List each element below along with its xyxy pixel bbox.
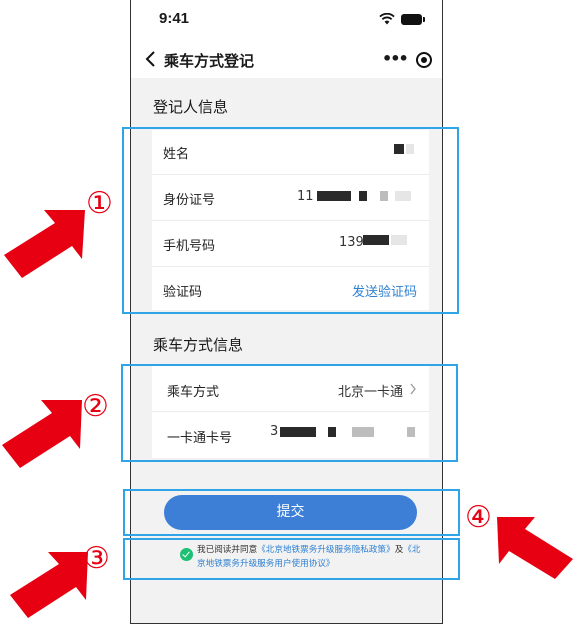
more-icon[interactable]: ••• bbox=[382, 49, 409, 69]
status-bar: 9:41 bbox=[131, 0, 442, 40]
close-target-icon[interactable] bbox=[416, 52, 432, 68]
marker-1: ① bbox=[86, 186, 113, 221]
status-time: 9:41 bbox=[159, 10, 190, 27]
highlight-box-ride bbox=[121, 364, 458, 462]
back-arrow-icon[interactable] bbox=[141, 49, 161, 69]
registrant-section-title: 登记人信息 bbox=[153, 98, 229, 116]
highlight-box-agreement bbox=[123, 538, 460, 580]
red-arrow-2 bbox=[2, 400, 82, 468]
ride-section-title: 乘车方式信息 bbox=[153, 336, 244, 354]
wifi-icon bbox=[379, 13, 395, 25]
highlight-box-submit bbox=[123, 489, 460, 536]
page-title: 乘车方式登记 bbox=[164, 52, 255, 70]
marker-4: ④ bbox=[465, 500, 492, 535]
red-arrow-1 bbox=[4, 210, 85, 278]
battery-icon bbox=[401, 14, 425, 25]
red-arrow-4 bbox=[497, 517, 573, 579]
nav-bar: 乘车方式登记 ••• bbox=[131, 40, 442, 78]
highlight-box-registrant bbox=[122, 127, 459, 314]
marker-2: ② bbox=[82, 389, 109, 424]
mini-program-capsule: ••• bbox=[378, 47, 438, 73]
red-arrow-3 bbox=[10, 552, 88, 618]
